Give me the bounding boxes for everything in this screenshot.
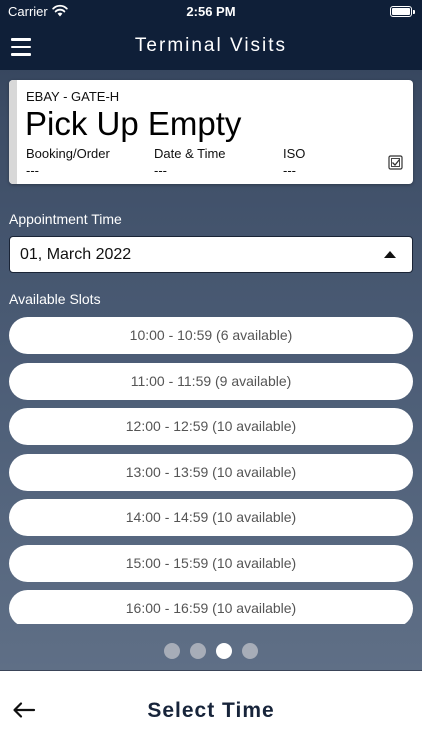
booking-order-field: Booking/Order ---	[26, 146, 110, 178]
step-title: Select Time	[147, 699, 275, 722]
page-title: Terminal Visits	[134, 35, 288, 56]
appointment-time-label: Appointment Time	[9, 211, 122, 227]
time-slot-button[interactable]: 13:00 - 13:59 (10 available)	[9, 454, 413, 491]
booking-order-value: ---	[26, 163, 39, 178]
visit-card: EBAY - GATE-H Pick Up Empty Booking/Orde…	[9, 80, 413, 184]
slots-list[interactable]: 10:00 - 10:59 (6 available) 11:00 - 11:5…	[0, 316, 422, 624]
selected-date-value: 01, March 2022	[20, 246, 132, 263]
time-slot-button[interactable]: 16:00 - 16:59 (10 available)	[9, 590, 413, 624]
visit-location: EBAY - GATE-H	[26, 89, 120, 104]
battery-icon	[390, 6, 415, 17]
page-indicator	[0, 643, 422, 659]
date-time-field: Date & Time ---	[154, 146, 226, 178]
iso-field: ISO ---	[283, 146, 305, 178]
date-time-value: ---	[154, 163, 167, 178]
page-dot-2[interactable]	[190, 643, 206, 659]
nav-bar: Terminal Visits	[0, 24, 422, 70]
caret-up-icon	[384, 251, 396, 258]
available-slots-label: Available Slots	[9, 291, 101, 307]
page-dot-3-active[interactable]	[216, 643, 232, 659]
iso-label: ISO	[283, 146, 306, 161]
bottom-bar: Select Time	[0, 670, 422, 750]
time-slot-button[interactable]: 10:00 - 10:59 (6 available)	[9, 317, 413, 354]
time-slot-button[interactable]: 14:00 - 14:59 (10 available)	[9, 499, 413, 536]
booking-order-label: Booking/Order	[26, 146, 110, 161]
iso-value: ---	[283, 163, 296, 178]
page-dot-1[interactable]	[164, 643, 180, 659]
time-slot-button[interactable]: 15:00 - 15:59 (10 available)	[9, 545, 413, 582]
status-time: 2:56 PM	[186, 4, 236, 19]
date-dropdown[interactable]: 01, March 2022	[9, 236, 413, 273]
terminal-visits-screen: Carrier 2:56 PM Terminal Visits EBAY - G…	[0, 0, 422, 750]
card-accent-bar	[9, 80, 17, 184]
time-slot-button[interactable]: 11:00 - 11:59 (9 available)	[9, 363, 413, 400]
page-dot-4[interactable]	[242, 643, 258, 659]
checkbox-edit-icon[interactable]	[388, 155, 403, 170]
status-bar: Carrier 2:56 PM	[0, 0, 422, 24]
time-slot-button[interactable]: 12:00 - 12:59 (10 available)	[9, 408, 413, 445]
date-time-label: Date & Time	[154, 146, 226, 161]
visit-type-title: Pick Up Empty	[25, 105, 242, 142]
